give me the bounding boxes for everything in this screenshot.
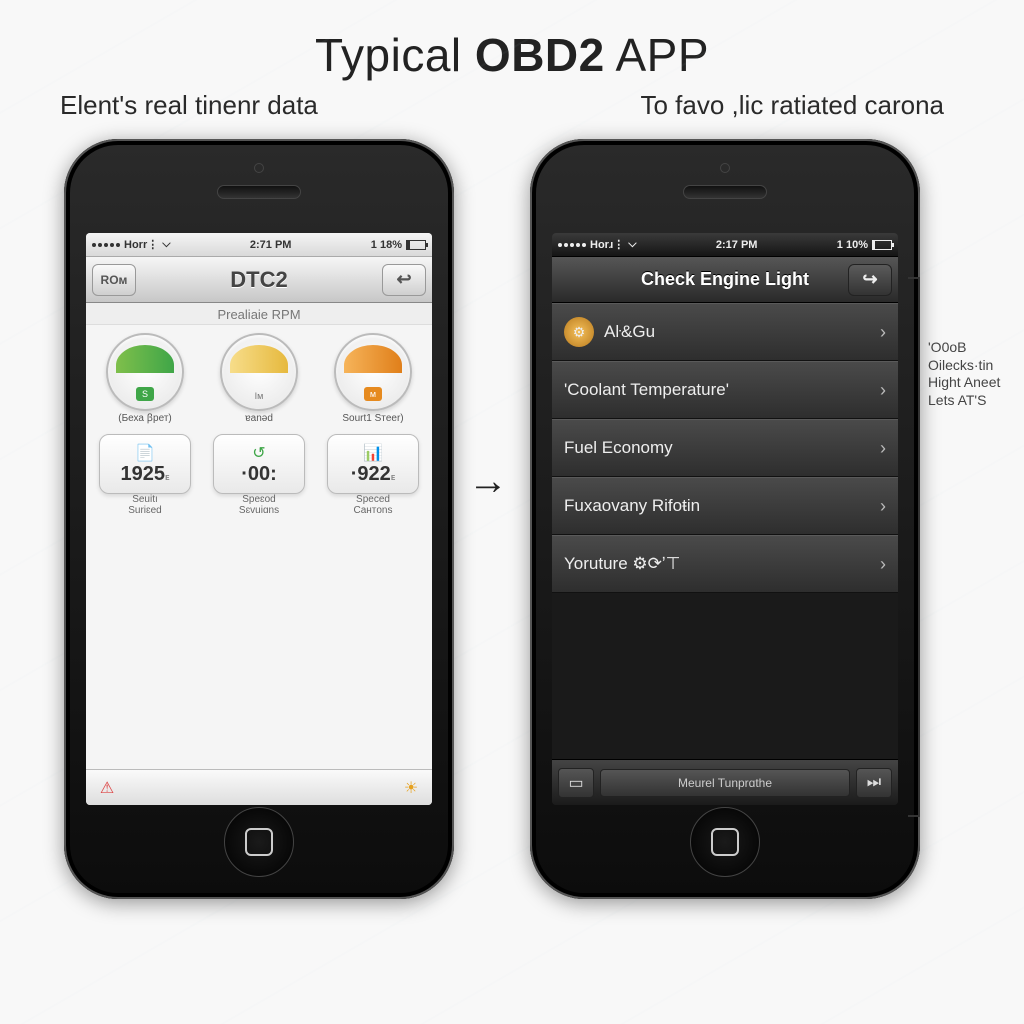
home-button[interactable]: [224, 807, 294, 877]
battery-label: 1 18%: [371, 239, 402, 251]
gauge-dial-icon: S: [106, 333, 184, 411]
gauge-1[interactable]: S (Беха ꞵрет): [93, 333, 197, 424]
subtitle-right: To favo ,lic ratiated carona: [641, 90, 945, 121]
nav-bar: ROм DTC2 ↩: [86, 257, 432, 303]
phone-right: Horɹ⋮ ⌵ 2:17 PM 1 10% Check Engine Light…: [530, 139, 920, 899]
subtitle-left: Elent's real tinenr data: [60, 90, 318, 121]
readout-1[interactable]: 📄 1925ᴇ SeuitıSuriɛed: [93, 434, 197, 516]
tab-right-button[interactable]: ⏭: [856, 768, 892, 798]
chevron-right-icon: ›: [880, 322, 886, 343]
gauge-badge: Iм: [255, 391, 264, 401]
readout-label: Speced: [356, 494, 390, 505]
chevron-right-icon: ›: [880, 554, 886, 575]
list-item[interactable]: 'Coolant Temperature' ›: [552, 361, 898, 419]
readout-label: Seuitı: [132, 494, 158, 505]
chart-icon: 📊: [363, 443, 383, 463]
gauge-dial-icon: м: [334, 333, 412, 411]
gauge-badge: S: [136, 387, 154, 401]
earpiece: [683, 185, 767, 199]
readout-2[interactable]: ↺ ·00: SpeɛodSɛvuiɑns: [207, 434, 311, 516]
battery-icon: [872, 240, 892, 250]
earpiece: [217, 185, 301, 199]
transition-arrow-icon: →: [468, 459, 508, 504]
gauge-caption: Sourt1 Sтeer): [342, 413, 403, 424]
readout-label: Speɛod: [242, 494, 276, 505]
battery-icon: [406, 240, 426, 250]
phone-left: Horr⋮ ⌵ 2:71 PM 1 18% ROм DTC2 ↩ Prealia…: [64, 139, 454, 899]
annotation-text: 'O0ᴏB Oilecks·tin Hight Aneet Lets AT'S: [928, 339, 1018, 409]
menu-list: ⚙ Aŀ&Gu › 'Coolant Temperature' › Fuel E…: [552, 303, 898, 759]
gauge-grid: S (Беха ꞵрет) Iм ɐanəd: [86, 325, 432, 769]
clock: 2:71 PM: [250, 239, 292, 251]
signal-icon: [558, 243, 586, 247]
gauge-caption: (Беха ꞵрет): [118, 413, 171, 424]
wifi-icon: ⌵: [628, 238, 636, 251]
readout-box: 📄 1925ᴇ: [99, 434, 191, 494]
list-item-label: 'Coolant Temperature': [564, 380, 729, 400]
readout-value: ·00:: [241, 463, 277, 486]
title-bold: OBD2: [475, 29, 605, 81]
nav-back-button[interactable]: ROм: [92, 264, 136, 296]
battery-label: 1 10%: [837, 239, 868, 251]
home-button[interactable]: [690, 807, 760, 877]
tab-left-button[interactable]: ▭: [558, 768, 594, 798]
camera-dot: [254, 163, 264, 173]
list-item[interactable]: Yoruture ⚙⟳ʼ⊤ ›: [552, 535, 898, 593]
bottom-toolbar: ⚠ ☀: [86, 769, 432, 805]
sun-icon[interactable]: ☀: [400, 777, 422, 799]
list-item-label: Fuel Economy: [564, 438, 673, 458]
readout-value: 1925: [120, 463, 165, 485]
section-label: Prealiaie RPM: [86, 303, 432, 325]
nav-title: DTC2: [136, 267, 382, 293]
signal-icon: [92, 243, 120, 247]
chevron-right-icon: ›: [880, 438, 886, 459]
status-bar: Horr⋮ ⌵ 2:71 PM 1 18%: [86, 233, 432, 257]
gauge-dial-icon: Iм: [220, 333, 298, 411]
camera-dot: [720, 163, 730, 173]
list-item-label: Yoruture ⚙⟳ʼ⊤: [564, 554, 680, 574]
readout-box: ↺ ·00:: [213, 434, 305, 494]
gauge-badge: м: [364, 387, 382, 401]
screen-dashboard: Horr⋮ ⌵ 2:71 PM 1 18% ROм DTC2 ↩ Prealia…: [86, 233, 432, 805]
page-title: Typical OBD2 APP: [0, 0, 1024, 82]
list-item[interactable]: Fuxaovany Rifoŧin ›: [552, 477, 898, 535]
carrier-label: Horɹ⋮: [590, 238, 624, 251]
list-item[interactable]: Fuel Economy ›: [552, 419, 898, 477]
engine-icon: ⚙: [564, 317, 594, 347]
list-item[interactable]: ⚙ Aŀ&Gu ›: [552, 303, 898, 361]
title-prefix: Typical: [315, 29, 475, 81]
gauge-2[interactable]: Iм ɐanəd: [207, 333, 311, 424]
readout-value: ·922: [351, 463, 391, 485]
wifi-icon: ⌵: [162, 238, 170, 251]
tab-center-label[interactable]: Meurel Tunprɑthe: [600, 769, 850, 797]
refresh-icon: ↺: [252, 443, 265, 463]
nav-forward-button[interactable]: ↩: [382, 264, 426, 296]
nav-bar: Check Engine Light ↪: [552, 257, 898, 303]
tab-bar: ▭ Meurel Tunprɑthe ⏭: [552, 759, 898, 805]
doc-icon: 📄: [135, 443, 155, 463]
list-item-label: Fuxaovany Rifoŧin: [564, 496, 700, 516]
chevron-right-icon: ›: [880, 380, 886, 401]
title-suffix: APP: [605, 29, 709, 81]
carrier-label: Horr⋮: [124, 238, 158, 251]
gauge-caption: ɐanəd: [245, 413, 273, 424]
status-bar: Horɹ⋮ ⌵ 2:17 PM 1 10%: [552, 233, 898, 257]
list-item-label: Aŀ&Gu: [604, 322, 655, 342]
bracket-icon: [918, 277, 920, 817]
nav-title: Check Engine Light: [602, 269, 848, 290]
warning-icon[interactable]: ⚠: [96, 777, 118, 799]
gauge-3[interactable]: м Sourt1 Sтeer): [321, 333, 425, 424]
screen-list: Horɹ⋮ ⌵ 2:17 PM 1 10% Check Engine Light…: [552, 233, 898, 805]
readout-box: 📊 ·922ᴇ: [327, 434, 419, 494]
nav-action-button[interactable]: ↪: [848, 264, 892, 296]
clock: 2:17 PM: [716, 239, 758, 251]
chevron-right-icon: ›: [880, 496, 886, 517]
readout-3[interactable]: 📊 ·922ᴇ SpecedCантons: [321, 434, 425, 516]
